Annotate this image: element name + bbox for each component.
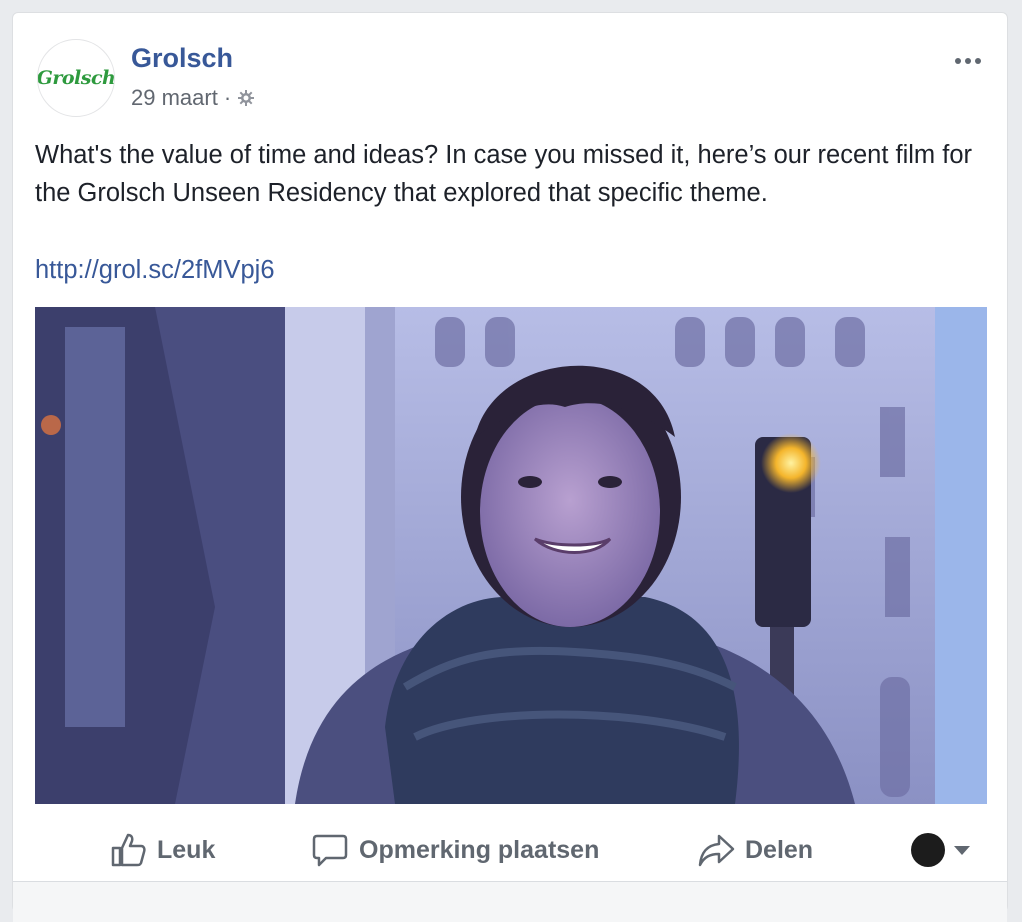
like-label: Leuk xyxy=(157,835,216,864)
post-meta: 29 maart · xyxy=(131,85,255,111)
comments-area xyxy=(13,882,1007,922)
page-avatar[interactable]: Grolsch xyxy=(37,39,115,117)
post-text: What's the value of time and ideas? In c… xyxy=(35,141,973,207)
video-still-image xyxy=(35,307,987,804)
meta-separator: · xyxy=(223,85,232,110)
share-label: Delen xyxy=(745,835,814,864)
more-options-icon[interactable] xyxy=(955,43,989,64)
globe-icon[interactable] xyxy=(237,89,255,107)
video-thumbnail[interactable] xyxy=(35,307,987,804)
comment-label: Opmerking plaatsen xyxy=(359,835,600,864)
grolsch-logo: Grolsch xyxy=(37,67,115,89)
share-arrow-icon xyxy=(697,831,735,869)
comment-button[interactable]: Opmerking plaatsen xyxy=(311,830,599,870)
post-actions-bar: Leuk Opmerking plaatsen Delen xyxy=(13,818,1007,878)
page-name-link[interactable]: Grolsch xyxy=(131,43,233,74)
share-button[interactable]: Delen xyxy=(697,830,813,870)
post-date[interactable]: 29 maart xyxy=(131,85,218,111)
like-button[interactable]: Leuk xyxy=(109,830,215,870)
audience-selector[interactable] xyxy=(911,830,971,870)
speech-bubble-icon xyxy=(311,831,349,869)
chevron-down-icon xyxy=(953,844,971,856)
post-link[interactable]: http://grol.sc/2fMVpj6 xyxy=(35,251,275,289)
thumbs-up-icon xyxy=(109,831,147,869)
user-avatar xyxy=(911,833,945,867)
post-card: Grolsch Grolsch 29 maart · What's the va… xyxy=(12,12,1008,922)
